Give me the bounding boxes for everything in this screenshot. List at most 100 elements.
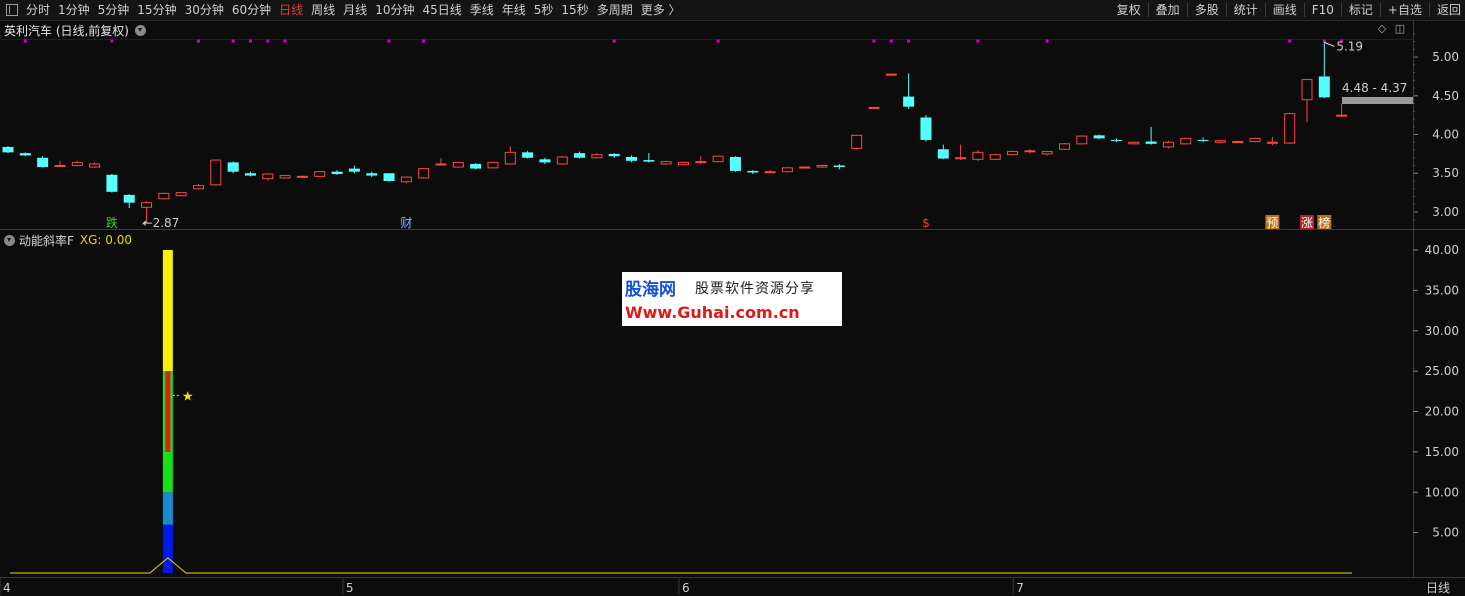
candle xyxy=(729,156,741,172)
candle xyxy=(366,171,378,178)
candle xyxy=(1284,112,1296,144)
signal-dot xyxy=(422,39,426,43)
candle xyxy=(1059,143,1071,151)
candle xyxy=(504,146,516,165)
candle xyxy=(262,173,274,181)
candle xyxy=(1162,140,1174,149)
candle xyxy=(1024,149,1036,154)
candle xyxy=(1318,42,1330,99)
candle xyxy=(400,176,412,184)
candle-body xyxy=(123,194,135,203)
x-tick-label: 6 xyxy=(682,581,690,595)
candle-body xyxy=(677,161,689,166)
signal-dot xyxy=(976,39,980,43)
candle-body xyxy=(1336,114,1348,117)
candle xyxy=(1301,78,1313,123)
event-marker: 财 xyxy=(400,216,412,230)
y-tick-label: 10.00 xyxy=(1425,485,1459,499)
candle-body xyxy=(833,165,845,168)
indicator-inner-bar xyxy=(165,371,171,452)
watermark-slogan: 股票软件资源分享 xyxy=(695,281,815,297)
candle xyxy=(608,153,620,158)
candle-body xyxy=(989,154,1001,160)
y-tick-label: 20.00 xyxy=(1425,405,1459,419)
candle xyxy=(383,173,395,182)
candle-body xyxy=(1249,137,1261,143)
candle xyxy=(37,156,49,168)
signal-dot xyxy=(266,39,270,43)
candle xyxy=(712,155,724,163)
candle xyxy=(937,144,949,160)
signal-dot xyxy=(612,39,616,43)
candle xyxy=(1232,140,1244,144)
candle-body xyxy=(279,175,291,179)
candle xyxy=(989,153,1001,161)
candle xyxy=(799,166,811,169)
candle-body xyxy=(591,154,603,159)
candle-body xyxy=(175,192,187,197)
candle xyxy=(331,170,343,175)
candle xyxy=(123,194,135,209)
candle-body xyxy=(141,202,153,208)
candle-body xyxy=(383,173,395,181)
candle-body xyxy=(1232,141,1244,144)
candle xyxy=(1180,137,1192,145)
max-label: 5.19 xyxy=(1336,39,1363,53)
candle-body xyxy=(1197,139,1209,141)
y-tick-label: 4.00 xyxy=(1432,128,1459,142)
candle-body xyxy=(487,161,499,169)
candle-body xyxy=(747,170,759,173)
candle xyxy=(470,163,482,170)
candle-body xyxy=(1162,141,1174,148)
signal-dot xyxy=(1288,39,1292,43)
y-tick-label: 25.00 xyxy=(1425,364,1459,378)
event-marker: 涨 xyxy=(1301,215,1313,230)
signal-dot xyxy=(387,39,391,43)
candle xyxy=(1041,150,1053,156)
xg-line xyxy=(10,557,1352,574)
watermark: 股海网 股票软件资源分享 Www.Guhai.com.cn xyxy=(622,272,842,326)
candle xyxy=(539,157,551,164)
candle xyxy=(660,160,672,165)
candle-body xyxy=(296,175,308,178)
star-marker: ★ xyxy=(182,389,194,404)
candle xyxy=(2,146,14,154)
y-tick-label: 30.00 xyxy=(1425,324,1459,338)
y-tick-label: 5.00 xyxy=(1432,526,1459,540)
period-label: 日线 xyxy=(1426,581,1451,595)
max-pointer xyxy=(1324,41,1335,47)
candle-body xyxy=(1284,113,1296,144)
candle xyxy=(972,150,984,161)
candle-body xyxy=(71,161,83,167)
candle-body xyxy=(19,153,31,156)
candle-body xyxy=(1059,143,1071,150)
event-marker: $ xyxy=(922,216,930,230)
candle-body xyxy=(1007,151,1019,156)
candle-body xyxy=(781,167,793,173)
candle xyxy=(71,160,83,167)
candle xyxy=(1007,150,1019,156)
candle-body xyxy=(348,168,360,172)
x-tick-label: 5 xyxy=(346,581,354,595)
signal-dot xyxy=(283,39,287,43)
candle-body xyxy=(937,149,949,159)
candle-body xyxy=(1024,150,1036,153)
event-marker: 榜 xyxy=(1318,215,1330,230)
event-marker: 预 xyxy=(1266,216,1278,230)
candle-body xyxy=(1214,140,1226,143)
candle xyxy=(279,174,291,179)
candle-body xyxy=(227,162,239,172)
candle-body xyxy=(868,106,880,109)
watermark-url: Www.Guhai.com.cn xyxy=(625,303,800,322)
candle-body xyxy=(1110,139,1122,141)
signal-dot xyxy=(1322,39,1326,43)
candle-body xyxy=(851,134,863,149)
candle-body xyxy=(920,117,932,140)
event-marker: 跌 xyxy=(106,215,118,230)
candle-body xyxy=(418,168,430,179)
candle xyxy=(175,191,187,197)
signal-dot xyxy=(872,39,876,43)
range-label: 4.48 - 4.37 xyxy=(1342,81,1407,95)
signal-dot xyxy=(907,39,911,43)
signal-dot xyxy=(716,39,720,43)
